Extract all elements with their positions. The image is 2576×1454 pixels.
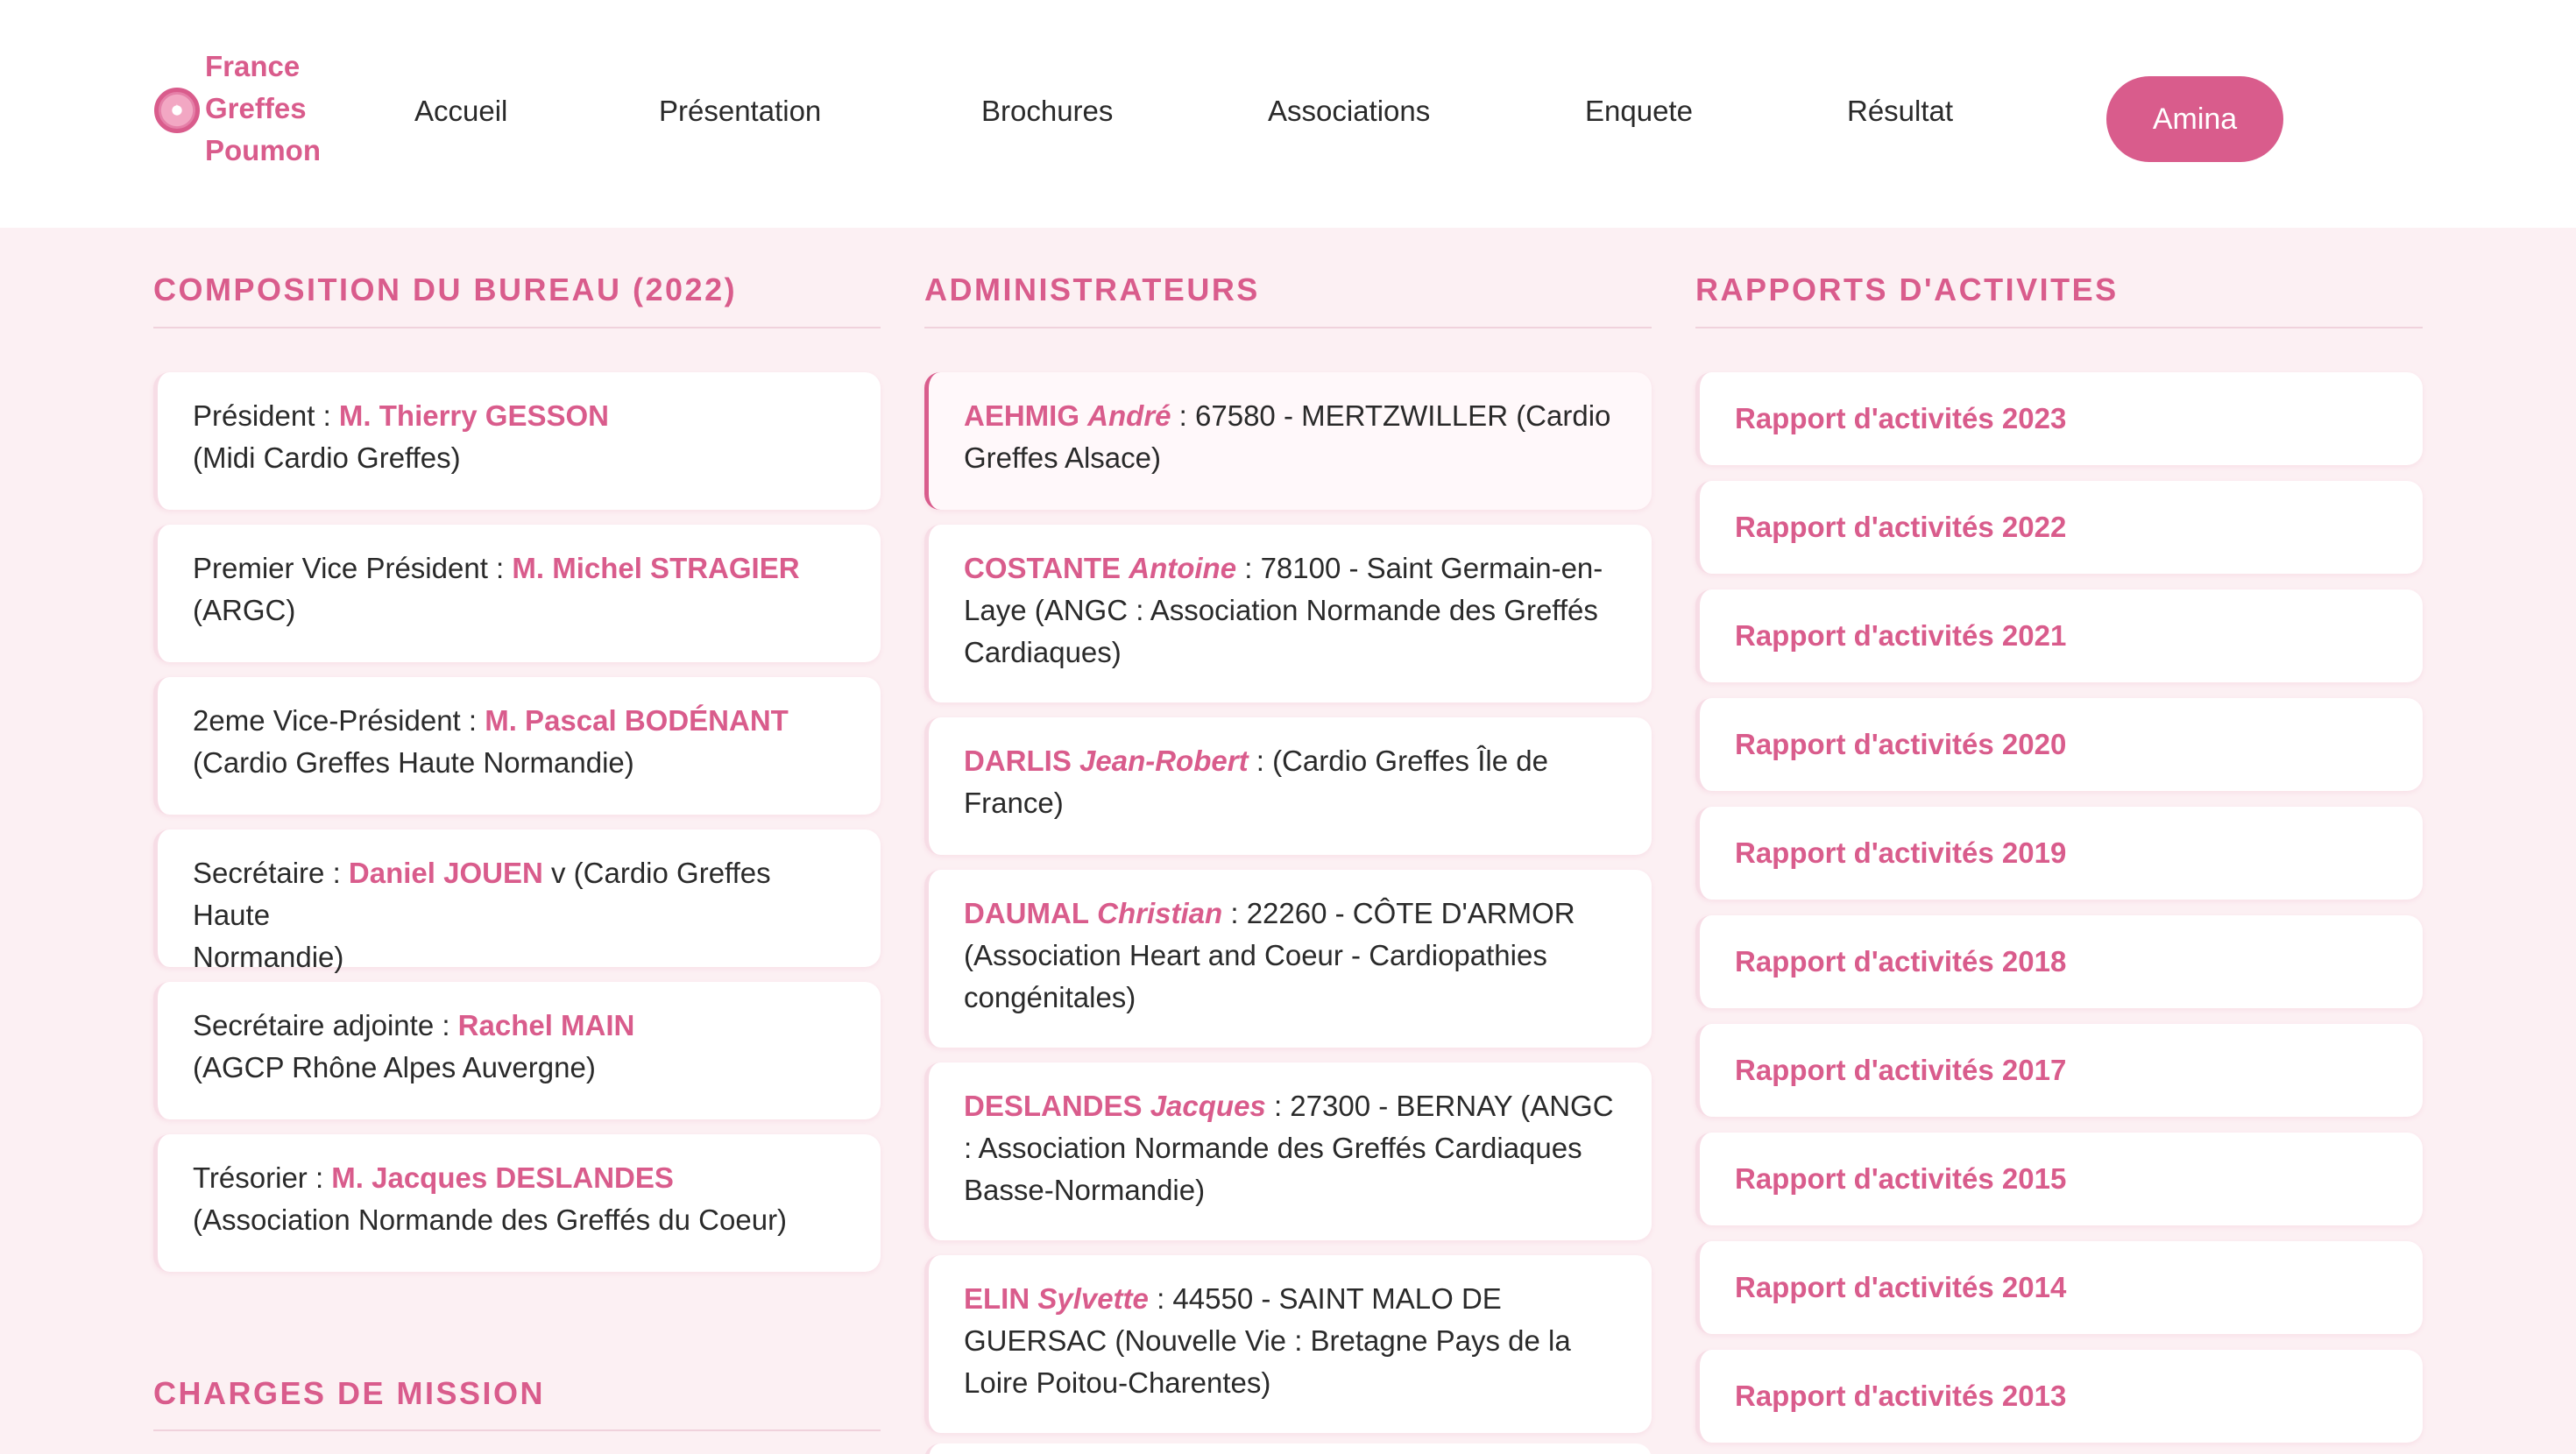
site-header: ✦ France Greffes Poumon Accueil Présenta…	[0, 0, 2576, 228]
admin-last-name: AEHMIG	[964, 399, 1079, 432]
member-role: Président :	[193, 399, 339, 432]
admins-section: ADMINISTRATEURS AEHMIG André : 67580 - M…	[924, 228, 1652, 1433]
nav-link-resultat[interactable]: Résultat	[1847, 95, 1953, 128]
admins-title: ADMINISTRATEURS	[924, 228, 1652, 328]
reports-section: RAPPORTS D'ACTIVITES Rapport d'activités…	[1695, 228, 2423, 1443]
bureau-member-card: Trésorier : M. Jacques DESLANDES (Associ…	[153, 1134, 881, 1272]
member-role: Premier Vice Président :	[193, 552, 513, 584]
member-org: (Midi Cardio Greffes)	[193, 441, 461, 474]
admin-last-name: DARLIS	[964, 745, 1072, 777]
bureau-section: COMPOSITION DU BUREAU (2022) Président :…	[153, 228, 881, 1272]
admin-first-name: Sylvette	[1037, 1282, 1149, 1315]
admin-last-name: DESLANDES	[964, 1090, 1143, 1122]
member-name: Daniel JOUEN	[348, 857, 543, 889]
site-logo[interactable]: ✦ France Greffes Poumon	[154, 46, 356, 177]
report-link-2021[interactable]: Rapport d'activités 2021	[1695, 589, 2423, 682]
nav-link-associations[interactable]: Associations	[1268, 95, 1430, 128]
nav-link-accueil[interactable]: Accueil	[414, 95, 507, 128]
member-name: M. Jacques DESLANDES	[331, 1161, 674, 1194]
member-org: (Cardio Greffes Haute Normandie)	[193, 746, 634, 779]
admin-card[interactable]: COSTANTE Antoine : 78100 - Saint Germain…	[924, 525, 1652, 702]
member-name: M. Thierry GESSON	[338, 399, 609, 432]
bureau-title: COMPOSITION DU BUREAU (2022)	[153, 228, 881, 328]
report-link-2022[interactable]: Rapport d'activités 2022	[1695, 481, 2423, 574]
bureau-member-card: Secrétaire : Daniel JOUEN v (Cardio Gref…	[153, 829, 881, 973]
member-name: M. Pascal BODÉNANT	[485, 704, 789, 737]
reports-title: RAPPORTS D'ACTIVITES	[1695, 228, 2423, 328]
report-link-2014[interactable]: Rapport d'activités 2014	[1695, 1241, 2423, 1334]
bureau-member-card: Président : M. Thierry GESSON (Midi Card…	[153, 372, 881, 510]
logo-line-2: Greffes	[205, 92, 307, 124]
report-link-2018[interactable]: Rapport d'activités 2018	[1695, 915, 2423, 1008]
admin-card[interactable]: DESLANDES Jacques : 27300 - BERNAY (ANGC…	[924, 1062, 1652, 1240]
bureau-member-card: Secrétaire adjointe : Rachel MAIN (AGCP …	[153, 982, 881, 1119]
admin-first-name: Jean-Robert	[1079, 745, 1249, 777]
admin-card[interactable]: ELIN Sylvette : 44550 - SAINT MALO DE GU…	[924, 1255, 1652, 1433]
bureau-member-card: 2eme Vice-Président : M. Pascal BODÉNANT…	[153, 677, 881, 815]
member-role: Secrétaire adjointe :	[193, 1009, 458, 1041]
member-role: 2eme Vice-Président :	[193, 704, 485, 737]
member-name: M. Michel STRAGIER	[512, 552, 800, 584]
bureau-member-card: Premier Vice Président : M. Michel STRAG…	[153, 525, 881, 662]
user-account-button[interactable]: Amina	[2106, 76, 2283, 162]
admin-last-name: COSTANTE	[964, 552, 1122, 584]
report-link-2020[interactable]: Rapport d'activités 2020	[1695, 698, 2423, 791]
admin-first-name: André	[1087, 399, 1171, 432]
admin-first-name: Christian	[1097, 897, 1223, 929]
member-name: Rachel MAIN	[457, 1009, 635, 1041]
report-link-2015[interactable]: Rapport d'activités 2015	[1695, 1133, 2423, 1225]
logo-icon: ✦	[154, 88, 200, 133]
admin-card[interactable]: AEHMIG André : 67580 - MERTZWILLER (Card…	[924, 372, 1652, 510]
member-org: (ARGC)	[193, 594, 296, 626]
nav-link-enquete[interactable]: Enquete	[1585, 95, 1693, 128]
charges-title: CHARGES DE MISSION	[153, 1323, 881, 1431]
member-role: Secrétaire :	[193, 857, 349, 889]
report-link-2023[interactable]: Rapport d'activités 2023	[1695, 372, 2423, 465]
charges-section: CHARGES DE MISSION	[153, 1323, 881, 1431]
admin-card[interactable]: DARLIS Jean-Robert : (Cardio Greffes Île…	[924, 717, 1652, 855]
member-org: (Association Normande des Greffés du Coe…	[193, 1203, 788, 1236]
logo-text: France Greffes Poumon	[205, 46, 321, 172]
admin-first-name: Antoine	[1129, 552, 1237, 584]
report-link-2019[interactable]: Rapport d'activités 2019	[1695, 807, 2423, 900]
admin-last-name: DAUMAL	[964, 897, 1089, 929]
admin-first-name: Jacques	[1150, 1090, 1266, 1122]
nav-link-presentation[interactable]: Présentation	[659, 95, 821, 128]
admin-card-partial	[924, 1443, 1652, 1454]
report-link-2013[interactable]: Rapport d'activités 2013	[1695, 1350, 2423, 1443]
member-org: Normandie)	[193, 941, 344, 973]
member-org: (AGCP Rhône Alpes Auvergne)	[193, 1051, 596, 1083]
admin-card[interactable]: DAUMAL Christian : 22260 - CÔTE D'ARMOR …	[924, 870, 1652, 1048]
member-role: Trésorier :	[193, 1161, 332, 1194]
report-link-2017[interactable]: Rapport d'activités 2017	[1695, 1024, 2423, 1117]
admin-last-name: ELIN	[964, 1282, 1030, 1315]
logo-line-3: Poumon	[205, 134, 321, 166]
logo-line-1: France	[205, 50, 301, 82]
nav-link-brochures[interactable]: Brochures	[981, 95, 1113, 128]
